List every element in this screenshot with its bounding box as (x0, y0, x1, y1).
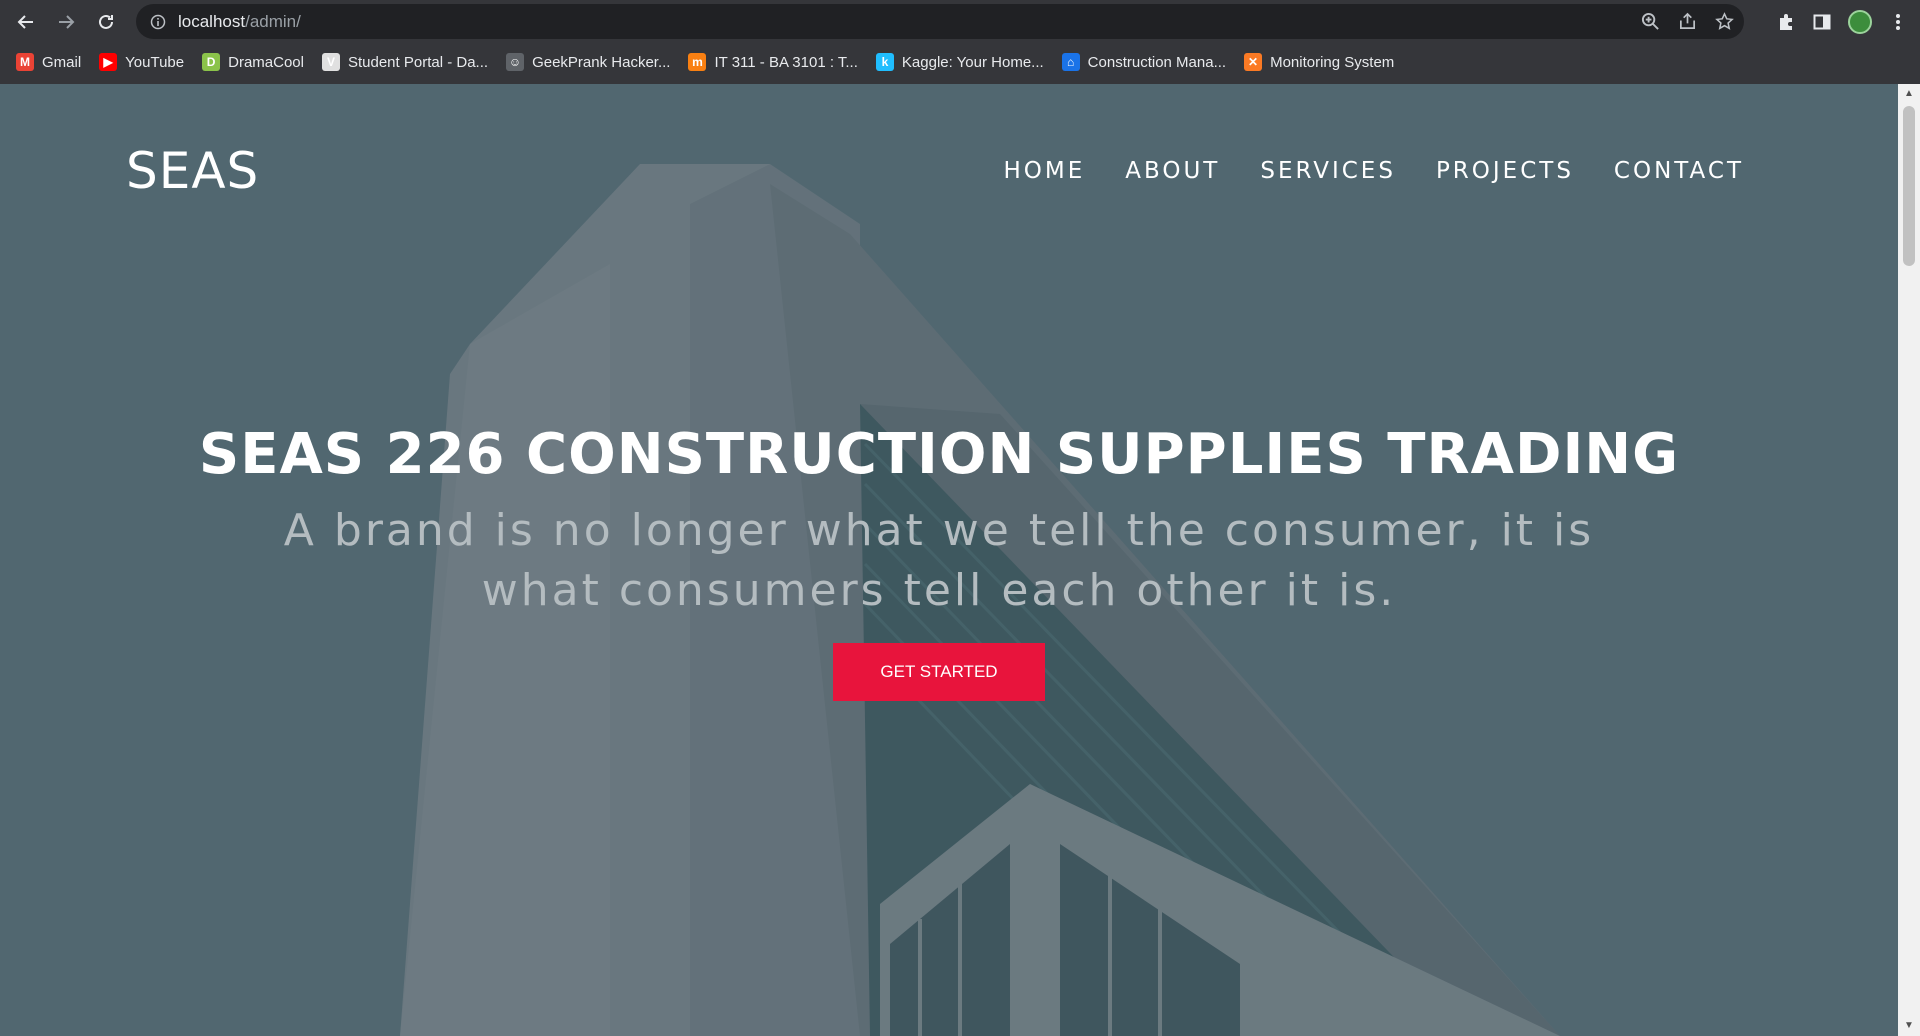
url-path: /admin/ (245, 11, 301, 31)
star-icon[interactable] (1715, 12, 1734, 31)
get-started-button[interactable]: GET STARTED (833, 643, 1045, 701)
nav-home[interactable]: HOME (1003, 158, 1085, 184)
moodle-icon: m (688, 53, 707, 71)
bookmark-label: Construction Mana... (1087, 53, 1227, 71)
profile-avatar[interactable] (1848, 9, 1872, 34)
bookmark-label: YouTube (125, 53, 185, 71)
youtube-icon: ▶ (99, 53, 118, 71)
bookmark-label: IT 311 - BA 3101 : T... (714, 53, 858, 71)
geekprank-icon: ☺ (506, 53, 525, 71)
page-scrollbar[interactable]: ▲ ▼ (1898, 84, 1920, 1036)
arrow-left-icon (17, 14, 33, 29)
scroll-up-arrow-icon[interactable]: ▲ (1903, 88, 1915, 100)
bookmark-item[interactable]: m IT 311 - BA 3101 : T... (688, 53, 858, 71)
omnibox-actions (1641, 4, 1734, 39)
site-brand-logo[interactable]: SEAS (126, 142, 259, 200)
scroll-down-arrow-icon[interactable]: ▼ (1903, 1020, 1915, 1032)
nav-about[interactable]: ABOUT (1125, 158, 1220, 184)
bookmark-item[interactable]: ☺ GeekPrank Hacker... (506, 53, 670, 71)
bookmark-item[interactable]: ✕ Monitoring System (1244, 53, 1394, 71)
bookmark-label: Gmail (42, 53, 82, 71)
bookmarks-bar: M Gmail ▶ YouTube D DramaCool V Student Portal … (0, 46, 1920, 78)
construction-icon: ⌂ (1061, 53, 1080, 71)
url-text: localhost/admin/ (178, 12, 301, 32)
reload-button[interactable] (86, 2, 126, 42)
browser-chrome: localhost/admin/ M Gmail ▶ YouTube D DramaCoo… (0, 0, 1920, 84)
back-button[interactable] (6, 2, 46, 42)
scroll-thumb[interactable] (1903, 106, 1915, 266)
url-host: localhost (178, 11, 246, 31)
forward-button[interactable] (46, 2, 86, 42)
share-icon[interactable] (1678, 12, 1697, 31)
extensions-icon[interactable] (1776, 12, 1796, 32)
dramacool-icon: D (202, 53, 221, 71)
browser-toolbar: localhost/admin/ (0, 0, 1920, 43)
bookmark-label: DramaCool (228, 53, 304, 71)
nav-contact[interactable]: CONTACT (1614, 158, 1744, 184)
bookmark-label: Student Portal - Da... (347, 53, 489, 71)
info-icon (150, 14, 166, 29)
xampp-icon: ✕ (1244, 53, 1263, 71)
address-bar[interactable]: localhost/admin/ (136, 4, 1744, 39)
arrow-right-icon (59, 14, 75, 29)
bookmark-label: Monitoring System (1270, 53, 1395, 71)
bookmark-label: GeekPrank Hacker... (532, 53, 671, 71)
bookmark-item[interactable]: V Student Portal - Da... (321, 53, 489, 71)
zoom-icon[interactable] (1641, 12, 1660, 31)
main-menu: HOME ABOUT SERVICES PROJECTS CONTACT (1003, 158, 1744, 184)
kaggle-icon: k (875, 53, 894, 71)
menu-dots-icon[interactable] (1888, 12, 1908, 32)
nav-projects[interactable]: PROJECTS (1436, 158, 1574, 184)
gmail-icon: M (16, 53, 34, 71)
bookmark-item[interactable]: k Kaggle: Your Home... (875, 53, 1044, 71)
side-panel-icon[interactable] (1812, 12, 1832, 32)
hero-title: SEAS 226 CONSTRUCTION SUPPLIES TRADING (198, 422, 1680, 487)
hero-subtitle: A brand is no longer what we tell the co… (283, 505, 1595, 616)
bookmark-item[interactable]: ⌂ Construction Mana... (1061, 53, 1227, 71)
nav-services[interactable]: SERVICES (1260, 158, 1396, 184)
bookmark-item[interactable]: M Gmail (16, 53, 81, 71)
bookmark-item[interactable]: ▶ YouTube (99, 53, 184, 71)
site-navbar: SEAS HOME ABOUT SERVICES PROJECTS CONTAC… (0, 84, 1898, 254)
browser-right-tools (1776, 0, 1920, 43)
reload-icon (99, 14, 113, 29)
bookmark-item[interactable]: D DramaCool (202, 53, 304, 71)
hero-section: SEAS 226 CONSTRUCTION SUPPLIES TRADING A… (0, 422, 1878, 701)
student-portal-icon: V (321, 53, 340, 71)
page-viewport: SEAS HOME ABOUT SERVICES PROJECTS CONTAC… (0, 84, 1898, 1036)
bookmark-label: Kaggle: Your Home... (901, 53, 1044, 71)
